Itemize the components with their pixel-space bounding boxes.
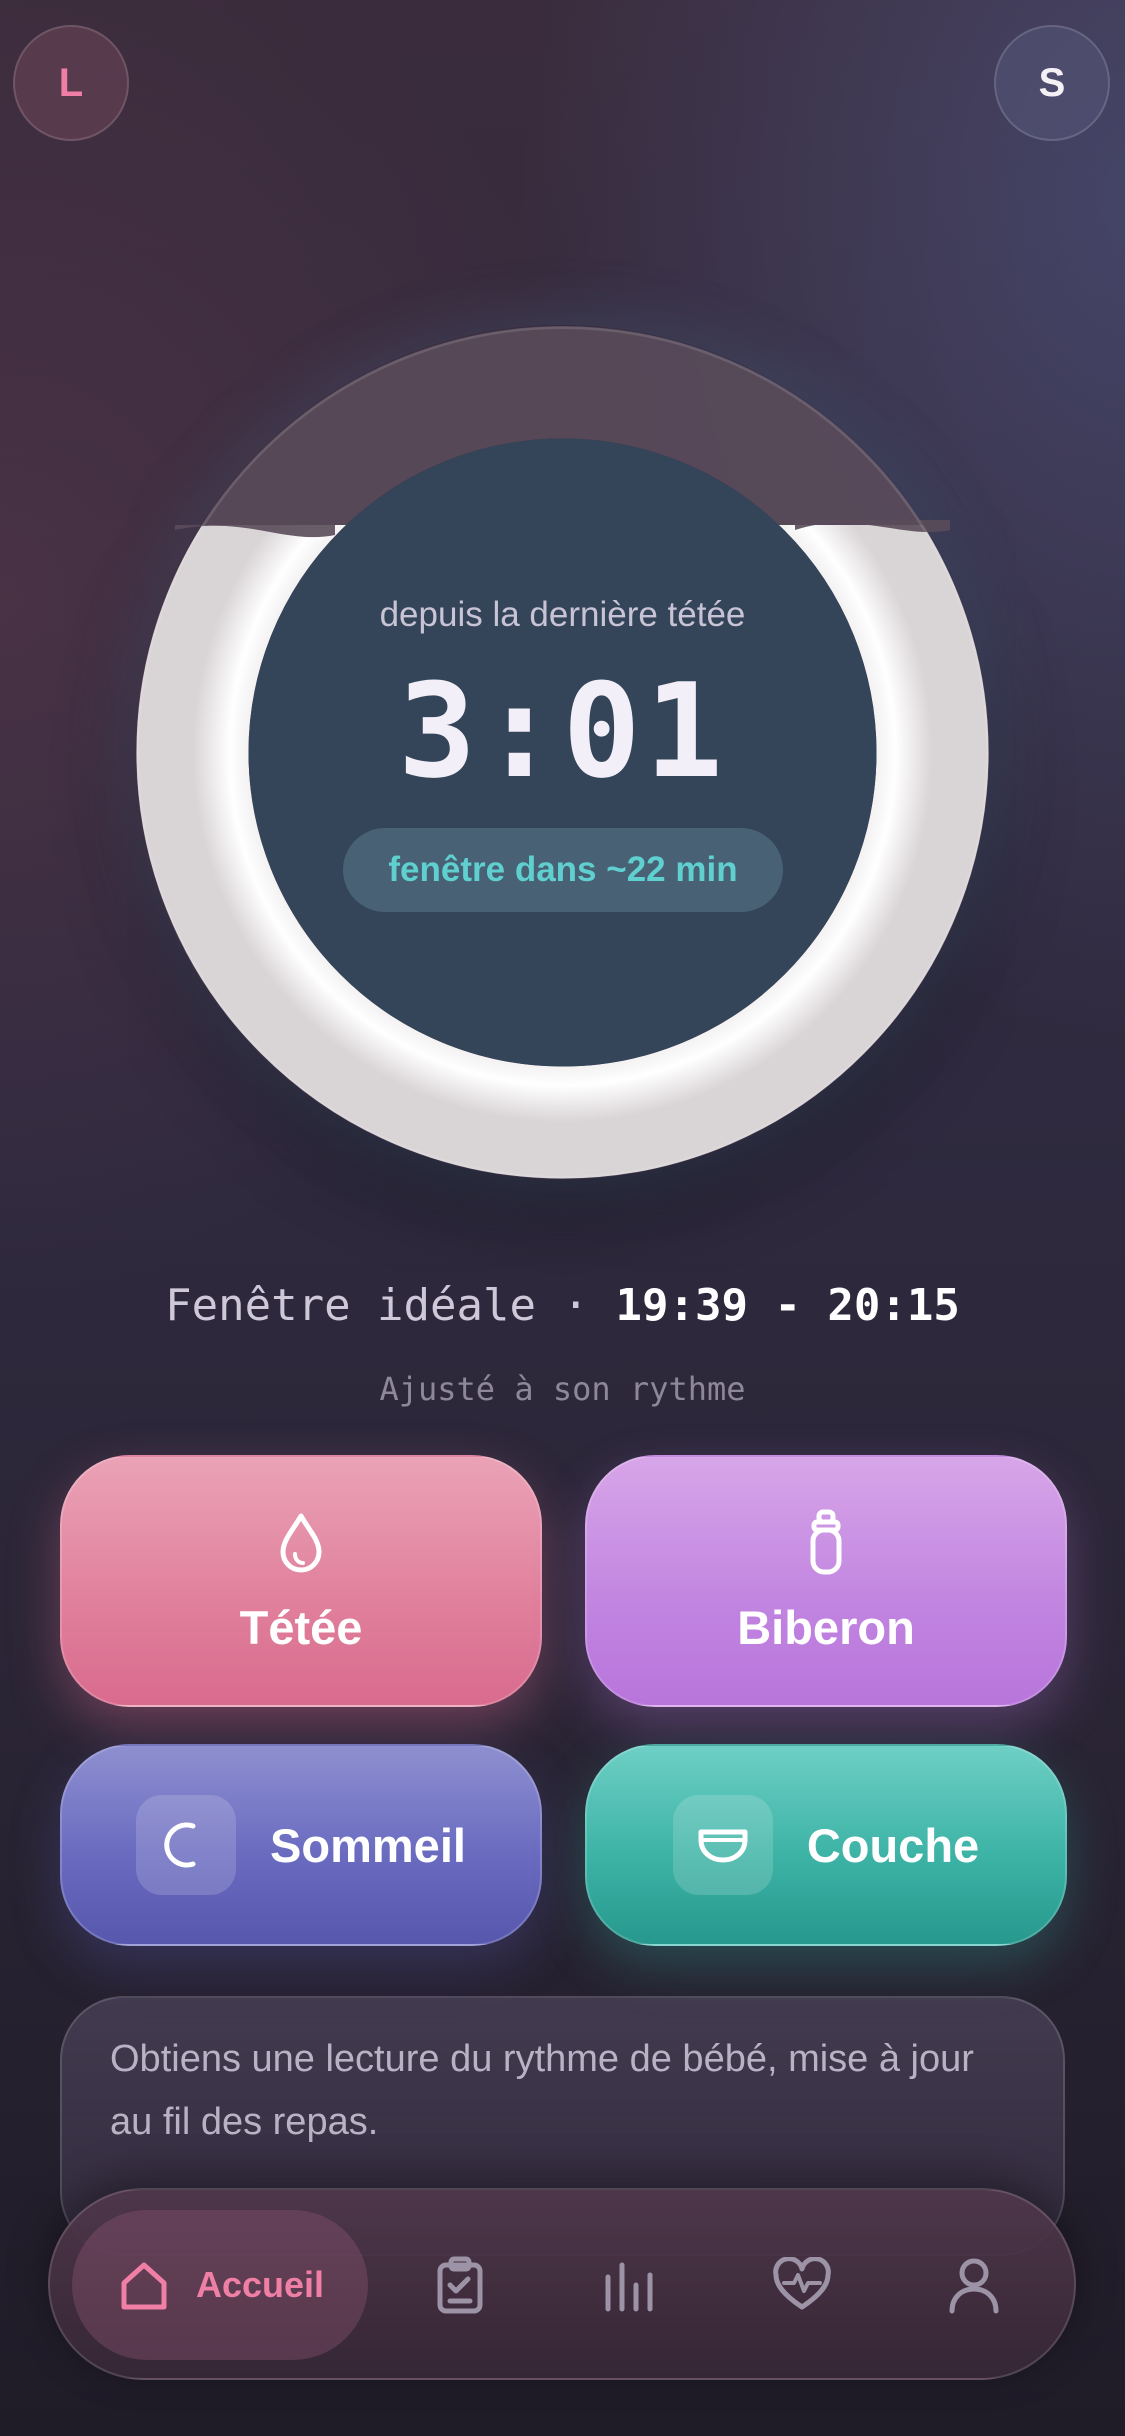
- right-avatar[interactable]: S: [994, 25, 1110, 141]
- couche-button[interactable]: Couche: [585, 1744, 1067, 1946]
- moon-icon: [164, 1822, 196, 1868]
- tab-accueil[interactable]: Accueil: [72, 2210, 368, 2360]
- couche-icon-box: [672, 1795, 773, 1895]
- elapsed-timer: 3:01: [397, 655, 728, 807]
- ideal-window-label: Fenêtre idéale: [165, 1280, 536, 1331]
- clipboard-check-icon: [437, 2256, 483, 2314]
- tetee-label: Tétée: [239, 1600, 363, 1654]
- bottom-tab-bar: Accueil: [48, 2188, 1076, 2380]
- tab-profil[interactable]: [914, 2210, 1034, 2360]
- tetee-button[interactable]: Tétée: [60, 1455, 542, 1707]
- biberon-label: Biberon: [737, 1600, 915, 1654]
- tab-accueil-label: Accueil: [195, 2264, 325, 2305]
- sommeil-button[interactable]: Sommeil: [60, 1744, 542, 1946]
- home-icon: [121, 2262, 167, 2310]
- window-hint-pill: fenêtre dans ~22 min: [343, 828, 783, 912]
- sommeil-label: Sommeil: [270, 1818, 466, 1872]
- ideal-window-line: Fenêtre idéale · 19:39 - 20:15: [0, 1280, 1125, 1331]
- biberon-button[interactable]: Biberon: [585, 1455, 1067, 1707]
- bottle-icon: [810, 1509, 842, 1574]
- couche-label: Couche: [806, 1818, 980, 1872]
- sommeil-icon-box: [136, 1795, 237, 1895]
- insight-text: Obtiens une lecture du rythme de bébé, m…: [110, 2038, 974, 2143]
- bar-chart-icon: [605, 2262, 653, 2312]
- feeding-timer-ring: depuis la dernière tétée 3:01 fenêtre da…: [135, 325, 990, 1180]
- user-icon: [949, 2258, 999, 2314]
- since-last-feed-label: depuis la dernière tétée: [379, 595, 746, 634]
- heart-pulse-icon: [773, 2257, 831, 2310]
- left-avatar[interactable]: L: [13, 25, 129, 141]
- diaper-icon: [698, 1829, 748, 1863]
- drop-icon: [280, 1513, 322, 1572]
- tab-statistiques[interactable]: [570, 2210, 690, 2360]
- ideal-window-subtitle: Ajusté à son rythme: [379, 1370, 746, 1408]
- ideal-window-separator: ·: [562, 1280, 590, 1331]
- tab-journal[interactable]: [400, 2210, 520, 2360]
- tab-sante[interactable]: [742, 2210, 862, 2360]
- ideal-window-range: 19:39 - 20:15: [615, 1280, 960, 1331]
